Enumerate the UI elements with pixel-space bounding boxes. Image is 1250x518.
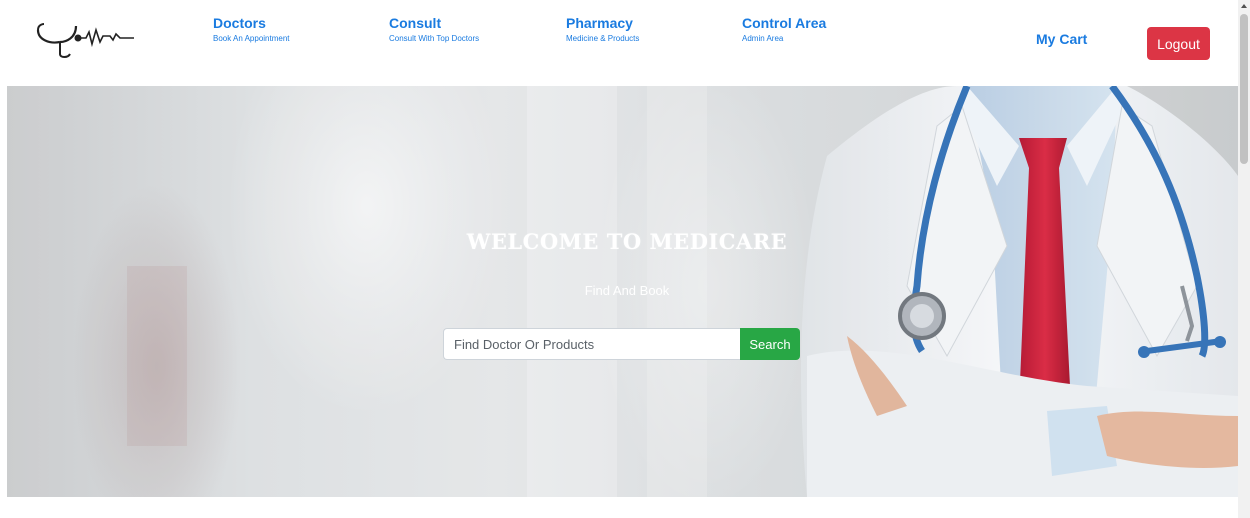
search-button[interactable]: Search (740, 328, 800, 360)
nav-control-area-subtitle: Admin Area (742, 34, 784, 43)
nav-doctors-subtitle: Book An Appointment (213, 34, 290, 43)
nav-pharmacy-subtitle: Medicine & Products (566, 34, 640, 43)
hero-title: WELCOME TO MEDICARE (466, 229, 788, 254)
hero-banner: WELCOME TO MEDICARE Find And Book Search (7, 86, 1238, 497)
nav-pharmacy-title: Pharmacy (566, 15, 633, 31)
navbar: Doctors Book An Appointment Consult Cons… (0, 0, 1238, 86)
nav-doctors-title: Doctors (213, 15, 266, 31)
nav-consult-title: Consult (389, 15, 442, 31)
logo-stethoscope-icon[interactable] (36, 20, 140, 60)
logout-button[interactable]: Logout (1147, 27, 1210, 60)
my-cart-link[interactable]: My Cart (1036, 31, 1087, 47)
nav-control-area-title: Control Area (742, 15, 827, 31)
hero-subtitle: Find And Book (584, 283, 670, 298)
page: Doctors Book An Appointment Consult Cons… (0, 0, 1250, 518)
scroll-up-arrow-icon[interactable] (1241, 4, 1247, 8)
nav-pharmacy[interactable]: Pharmacy Medicine & Products (566, 15, 639, 45)
nav-control-area[interactable]: Control Area Admin Area (742, 15, 826, 45)
scroll-thumb[interactable] (1240, 14, 1248, 164)
nav-doctors[interactable]: Doctors Book An Appointment (213, 15, 290, 45)
search-bar: Search (443, 328, 800, 360)
search-input[interactable] (443, 328, 740, 360)
page-scrollbar[interactable] (1238, 0, 1250, 518)
nav-consult-subtitle: Consult With Top Doctors (389, 34, 480, 43)
nav-consult[interactable]: Consult Consult With Top Doctors (389, 15, 479, 45)
